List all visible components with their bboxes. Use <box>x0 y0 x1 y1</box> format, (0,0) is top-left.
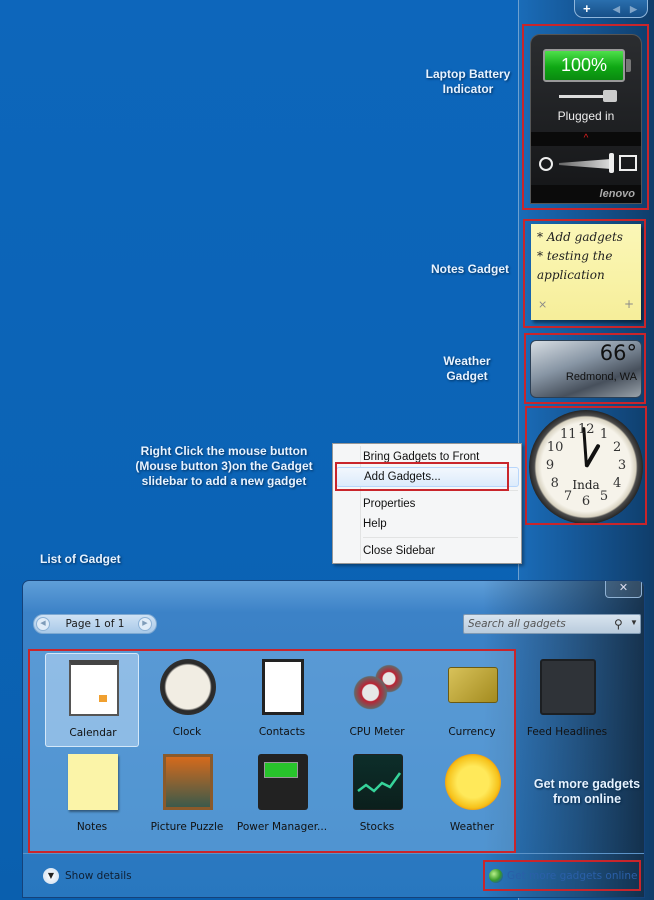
annotation-notes: Notes Gadget <box>430 262 509 276</box>
gadget-label: Feed Headlines <box>526 726 608 738</box>
gadget-gallery-window: ✕ ◀ Page 1 of 1 ▶ Search all gadgets ⚲ ▼… <box>22 580 645 898</box>
footer-divider <box>23 853 644 854</box>
next-page-icon[interactable]: ▶ <box>138 617 152 631</box>
highlight-add-gadgets <box>335 462 509 491</box>
annotation-list: List of Gadget <box>40 552 121 566</box>
highlight-weather <box>524 333 646 404</box>
close-button[interactable]: ✕ <box>605 581 642 598</box>
feed-headlines-icon <box>540 659 596 715</box>
search-icon[interactable]: ⚲ <box>614 617 623 631</box>
next-page-button[interactable]: ▶ <box>630 4 637 15</box>
sidebar-controls: + ◀ ▶ <box>574 0 648 18</box>
highlight-gadget-list <box>28 649 516 853</box>
highlight-clock <box>525 406 647 525</box>
highlight-battery <box>522 24 649 210</box>
search-dropdown-icon[interactable]: ▼ <box>630 618 638 627</box>
page-navigator: ◀ Page 1 of 1 ▶ <box>33 614 157 634</box>
chevron-down-icon: ▼ <box>43 868 59 884</box>
search-input[interactable]: Search all gadgets <box>468 615 566 633</box>
annotation-right-click: Right Click the mouse button (Mouse butt… <box>135 444 313 488</box>
highlight-get-more-online <box>483 860 641 891</box>
menu-item-help[interactable]: Help <box>361 514 519 534</box>
show-details-label: Show details <box>65 870 132 882</box>
menu-item-close-sidebar[interactable]: Close Sidebar <box>361 541 519 561</box>
annotation-get-more: Get more gadgets from online <box>533 777 641 806</box>
show-details-button[interactable]: ▼ Show details <box>43 867 132 885</box>
search-box[interactable]: Search all gadgets ⚲ ▼ <box>463 614 641 634</box>
prev-page-button[interactable]: ◀ <box>613 4 620 15</box>
highlight-notes <box>523 219 646 328</box>
menu-separator <box>363 537 518 538</box>
annotation-weather: Weather Gadget <box>443 354 491 383</box>
annotation-battery: Laptop Battery Indicator <box>425 67 511 96</box>
page-label: Page 1 of 1 <box>65 618 125 630</box>
prev-page-icon[interactable]: ◀ <box>36 617 50 631</box>
gadget-tile-feed-headlines[interactable]: Feed Headlines <box>520 653 614 747</box>
add-gadget-button[interactable]: + <box>583 1 591 16</box>
menu-item-properties[interactable]: Properties <box>361 494 519 514</box>
